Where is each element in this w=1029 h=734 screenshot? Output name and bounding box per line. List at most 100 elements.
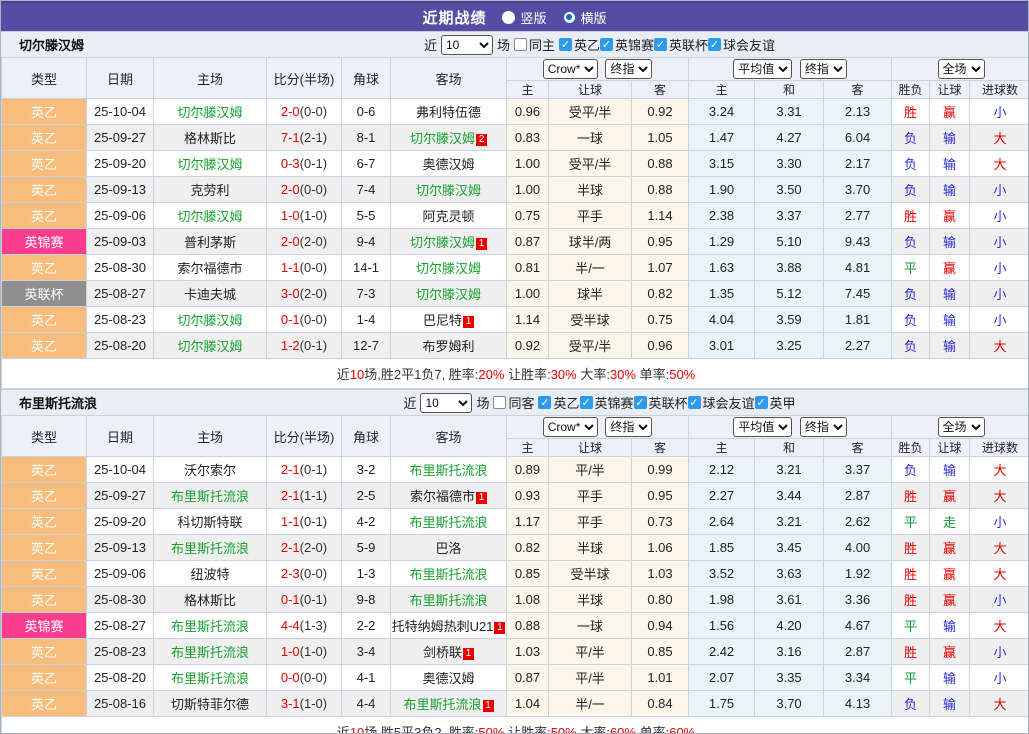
avg-source-select[interactable]: 平均值 bbox=[733, 59, 792, 79]
match-count-select[interactable]: 10 bbox=[420, 393, 472, 413]
odds-source-select[interactable]: Crow* bbox=[543, 417, 598, 437]
corners: 7-4 bbox=[342, 177, 391, 203]
league-checkbox-label: 英联杯 bbox=[649, 393, 688, 412]
avg-draw: 3.45 bbox=[755, 535, 824, 561]
team-name: 纽波特 bbox=[190, 567, 229, 582]
fulltime-score: 2-1 bbox=[281, 462, 300, 477]
fulltime-score: 2-0 bbox=[281, 234, 300, 249]
match-row: 英联杯25-08-27卡迪夫城3-0(2-0)7-3切尔滕汉姆1.00球半0.8… bbox=[2, 281, 1029, 307]
layout-option-vertical[interactable]: 竖版 bbox=[502, 8, 546, 27]
match-type: 英乙 bbox=[2, 99, 87, 125]
halftime-score: (1-1) bbox=[300, 488, 327, 503]
odds-time-select[interactable]: 终指 bbox=[605, 59, 652, 79]
fulltime-score: 1-1 bbox=[281, 260, 300, 275]
checkbox-checked-icon[interactable]: ✓ bbox=[600, 38, 613, 51]
league-checkbox[interactable]: ✓英乙 bbox=[538, 393, 579, 412]
team-name: 巴洛 bbox=[435, 541, 461, 556]
league-checkbox[interactable]: ✓英甲 bbox=[755, 393, 796, 412]
away-team: 巴尼特1 bbox=[391, 307, 507, 333]
fulltime-score: 0-3 bbox=[281, 156, 300, 171]
result-goals: 小 bbox=[970, 255, 1029, 281]
col-odds-home: 主 bbox=[507, 439, 549, 457]
avg-time-select[interactable]: 终指 bbox=[800, 417, 847, 437]
scope-select[interactable]: 全场 bbox=[938, 417, 985, 437]
league-checkbox[interactable]: ✓英联杯 bbox=[654, 35, 708, 54]
team-name: 切尔滕汉姆 bbox=[177, 209, 242, 224]
team-name: 布里斯托流浪 bbox=[409, 567, 487, 582]
match-count-select[interactable]: 10 bbox=[441, 35, 493, 55]
checkbox-checked-icon[interactable]: ✓ bbox=[634, 396, 647, 409]
match-type: 英乙 bbox=[2, 333, 87, 359]
checkbox-checked-icon[interactable]: ✓ bbox=[688, 396, 701, 409]
radio-unselected-icon[interactable] bbox=[502, 11, 515, 24]
same-venue-checkbox[interactable]: 同主 bbox=[514, 35, 555, 54]
avg-source-select[interactable]: 平均值 bbox=[733, 417, 792, 437]
checkbox-checked-icon[interactable]: ✓ bbox=[538, 396, 551, 409]
team-name: 切尔滕汉姆 bbox=[410, 235, 475, 250]
col-date: 日期 bbox=[87, 416, 154, 457]
red-card-badge: 1 bbox=[463, 648, 474, 660]
away-team: 托特纳姆热刺U211 bbox=[391, 613, 507, 639]
league-checkbox[interactable]: ✓球会友谊 bbox=[708, 35, 775, 54]
checkbox-checked-icon[interactable]: ✓ bbox=[559, 38, 572, 51]
result-handicap: 输 bbox=[930, 177, 970, 203]
team-name: 奥德汉姆 bbox=[422, 671, 474, 686]
home-team: 布里斯托流浪 bbox=[154, 535, 267, 561]
result-goals: 大 bbox=[970, 457, 1029, 483]
home-team: 沃尔索尔 bbox=[154, 457, 267, 483]
summary-text: 大率: bbox=[577, 725, 610, 734]
checkbox-checked-icon[interactable]: ✓ bbox=[580, 396, 593, 409]
col-corner: 角球 bbox=[342, 416, 391, 457]
checkbox-checked-icon[interactable]: ✓ bbox=[654, 38, 667, 51]
checkbox-checked-icon[interactable]: ✓ bbox=[708, 38, 721, 51]
result-handicap: 输 bbox=[930, 665, 970, 691]
home-team: 索尔福德市 bbox=[154, 255, 267, 281]
result-winloss: 胜 bbox=[892, 561, 930, 587]
league-checkbox[interactable]: ✓英乙 bbox=[559, 35, 600, 54]
radio-selected-icon[interactable] bbox=[563, 11, 576, 24]
red-card-badge: 1 bbox=[476, 238, 487, 250]
summary-text: 场,胜2平1负7, 胜率: bbox=[364, 367, 478, 382]
team-name: 阿克灵顿 bbox=[422, 209, 474, 224]
avg-home: 3.24 bbox=[689, 99, 755, 125]
home-team: 布里斯托流浪 bbox=[154, 613, 267, 639]
away-team: 布里斯托流浪 bbox=[391, 509, 507, 535]
home-team: 纽波特 bbox=[154, 561, 267, 587]
summary-stat-value: 50% bbox=[669, 367, 695, 382]
halftime-score: (0-0) bbox=[300, 670, 327, 685]
result-handicap: 赢 bbox=[930, 483, 970, 509]
league-checkbox[interactable]: ✓球会友谊 bbox=[688, 393, 755, 412]
result-goals: 小 bbox=[970, 99, 1029, 125]
odds-handicap: 半/一 bbox=[549, 691, 632, 717]
odds-source-select[interactable]: Crow* bbox=[543, 59, 598, 79]
league-checkbox[interactable]: ✓英锦赛 bbox=[580, 393, 634, 412]
match-date: 25-08-20 bbox=[87, 665, 154, 691]
avg-draw: 3.44 bbox=[755, 483, 824, 509]
home-team: 格林斯比 bbox=[154, 125, 267, 151]
league-checkbox[interactable]: ✓英联杯 bbox=[634, 393, 688, 412]
scope-select[interactable]: 全场 bbox=[938, 59, 985, 79]
result-winloss: 负 bbox=[892, 151, 930, 177]
avg-time-select[interactable]: 终指 bbox=[800, 59, 847, 79]
league-checkbox[interactable]: ✓英锦赛 bbox=[600, 35, 654, 54]
same-venue-checkbox[interactable]: 同客 bbox=[493, 393, 534, 412]
odds-away: 0.84 bbox=[632, 691, 689, 717]
result-goals: 小 bbox=[970, 587, 1029, 613]
match-row: 英乙25-08-16切斯特菲尔德3-1(1-0)4-4布里斯托流浪11.04半/… bbox=[2, 691, 1029, 717]
match-date: 25-09-27 bbox=[87, 483, 154, 509]
checkbox-unchecked-icon[interactable] bbox=[493, 396, 506, 409]
layout-option-horizontal[interactable]: 横版 bbox=[563, 8, 607, 27]
avg-draw: 3.31 bbox=[755, 99, 824, 125]
odds-away: 1.01 bbox=[632, 665, 689, 691]
odds-group-header: Crow* 终指 bbox=[507, 416, 689, 439]
odds-time-select[interactable]: 终指 bbox=[605, 417, 652, 437]
result-winloss: 负 bbox=[892, 307, 930, 333]
team-name: 切尔滕汉姆 bbox=[177, 157, 242, 172]
league-filter-group: ✓英乙✓英锦赛✓英联杯✓球会友谊✓英甲 bbox=[538, 393, 795, 412]
avg-away: 7.45 bbox=[824, 281, 892, 307]
checkbox-checked-icon[interactable]: ✓ bbox=[755, 396, 768, 409]
scope-group-header: 全场 bbox=[892, 58, 1029, 81]
away-team: 布里斯托流浪 bbox=[391, 561, 507, 587]
match-date: 25-08-30 bbox=[87, 255, 154, 281]
checkbox-unchecked-icon[interactable] bbox=[514, 38, 527, 51]
